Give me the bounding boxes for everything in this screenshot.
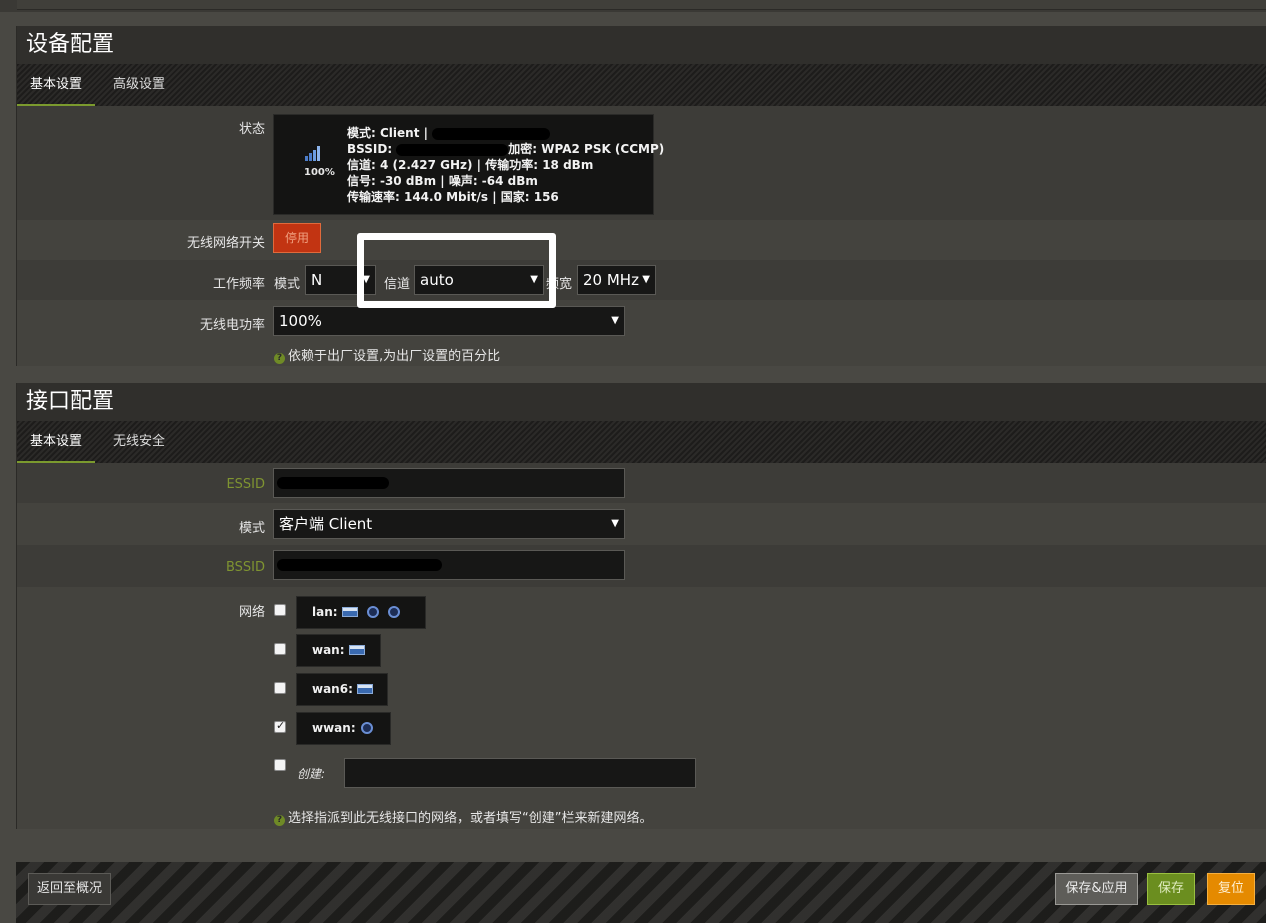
network-wwan: wwan: [296, 712, 391, 745]
ethernet-icon [356, 684, 373, 694]
device-config-section: 设备配置 基本设置 高级设置 状态 100% 模式: Client | BSSI… [16, 26, 1266, 366]
network-checkbox-create[interactable] [274, 759, 286, 771]
network-checkbox-wan6[interactable] [274, 682, 286, 694]
essid-row: ESSID [17, 463, 1266, 503]
bssid-input[interactable] [273, 550, 625, 580]
status-rate: 传输速率: 144.0 Mbit/s | 国家: 156 [347, 190, 559, 204]
tab-basic-settings[interactable]: 基本设置 [17, 64, 96, 106]
help-icon: ? [274, 353, 285, 364]
iface-mode-select[interactable]: 客户端 Client ▼ [273, 509, 625, 539]
network-checkbox-wan[interactable] [274, 643, 286, 655]
footer-bar: 返回至概况 保存&应用 保存 复位 [16, 862, 1266, 923]
wifi-switch-row: 无线网络开关 停用 [17, 220, 1266, 260]
txpower-label: 无线电功率 [199, 318, 265, 333]
status-channel: 信道: 4 (2.427 GHz) | 传输功率: 18 dBm [347, 158, 594, 172]
iface-mode-row: 模式 客户端 Client ▼ [17, 503, 1266, 545]
iface-mode-label: 模式 [238, 521, 265, 536]
wifi-switch-label: 无线网络开关 [186, 236, 265, 251]
highlight-box [357, 233, 556, 308]
tab-basic-settings[interactable]: 基本设置 [17, 421, 96, 463]
essid-label: ESSID [226, 477, 265, 492]
bssid-label: BSSID [225, 560, 265, 575]
bssid-row: BSSID [17, 545, 1266, 587]
mode-select-value: N [311, 271, 323, 289]
network-wan6: wan6: [296, 673, 388, 706]
status-bssid: BSSID: [347, 142, 397, 156]
width-select-value: 20 MHz [583, 271, 639, 289]
redacted-essid [277, 477, 389, 489]
wireless-icon [387, 606, 400, 618]
status-signal: 信号: -30 dBm | 噪声: -64 dBm [347, 174, 538, 188]
txpower-select-value: 100% [279, 312, 322, 330]
create-label: 创建: [297, 767, 326, 781]
frequency-row: 工作频率 模式 N ▼ 信道 auto ▼ 频宽 20 MHz ▼ [17, 260, 1266, 300]
status-mode: 模式: Client | [347, 126, 433, 140]
txpower-row: 无线电功率 100% ▼ ? 依赖于出厂设置,为出厂设置的百分比 [17, 300, 1266, 366]
network-hint: ? 选择指派到此无线接口的网络，或者填写“创建”栏来新建网络。 [274, 807, 652, 826]
help-icon: ? [274, 815, 285, 826]
txpower-hint: ? 依赖于出厂设置,为出厂设置的百分比 [274, 345, 500, 364]
status-row: 状态 100% 模式: Client | BSSID: 加密: WPA2 PSK… [17, 106, 1266, 220]
network-row: 网络 lan: wan: wan6: wwan: 创建: ?选择指派到此无线接口… [17, 587, 1266, 829]
section-title: 接口配置 [17, 383, 1266, 421]
signal-strength-icon [304, 145, 320, 165]
wireless-icon [366, 606, 379, 618]
frequency-label: 工作频率 [212, 277, 265, 292]
redacted-bssid-field [277, 559, 442, 571]
top-edge [0, 0, 1266, 12]
network-label: 网络 [238, 605, 265, 620]
create-network-input[interactable] [344, 758, 696, 788]
txpower-select[interactable]: 100% ▼ [273, 306, 625, 336]
signal-percent: 100% [304, 167, 335, 178]
redacted-ssid [432, 127, 551, 140]
network-checkbox-lan[interactable] [274, 604, 286, 616]
iface-mode-select-value: 客户端 Client [279, 515, 373, 533]
chevron-down-icon: ▼ [611, 315, 619, 326]
ethernet-icon [348, 645, 365, 655]
essid-input[interactable] [273, 468, 625, 498]
chevron-down-icon: ▼ [611, 518, 619, 529]
chevron-down-icon: ▼ [642, 274, 650, 285]
section-title: 设备配置 [17, 26, 1266, 64]
status-label: 状态 [238, 122, 265, 137]
tab-wireless-security[interactable]: 无线安全 [100, 421, 178, 463]
network-lan: lan: [296, 596, 426, 629]
status-details: 模式: Client | BSSID: 加密: WPA2 PSK (CCMP) … [347, 125, 664, 205]
mode-inline-label: 模式 [274, 277, 301, 292]
back-to-overview-button[interactable]: 返回至概况 [28, 873, 111, 905]
network-checkbox-wwan[interactable] [274, 719, 286, 733]
status-encryption: 加密: WPA2 PSK (CCMP) [508, 142, 665, 156]
wireless-icon [360, 722, 373, 734]
status-box: 100% 模式: Client | BSSID: 加密: WPA2 PSK (C… [273, 114, 664, 215]
network-wan: wan: [296, 634, 381, 667]
width-select[interactable]: 20 MHz ▼ [577, 265, 656, 295]
tab-advanced-settings[interactable]: 高级设置 [100, 64, 178, 106]
redacted-bssid [396, 143, 509, 156]
reset-button[interactable]: 复位 [1207, 873, 1255, 905]
disable-button[interactable]: 停用 [273, 223, 321, 253]
iface-tabbar: 基本设置 无线安全 [17, 421, 1266, 463]
save-button[interactable]: 保存 [1147, 873, 1195, 905]
interface-config-section: 接口配置 基本设置 无线安全 ESSID 模式 客户端 Client ▼ BSS… [16, 383, 1266, 829]
save-apply-button[interactable]: 保存&应用 [1055, 873, 1138, 905]
device-tabbar: 基本设置 高级设置 [17, 64, 1266, 106]
switch-icon [341, 607, 358, 617]
